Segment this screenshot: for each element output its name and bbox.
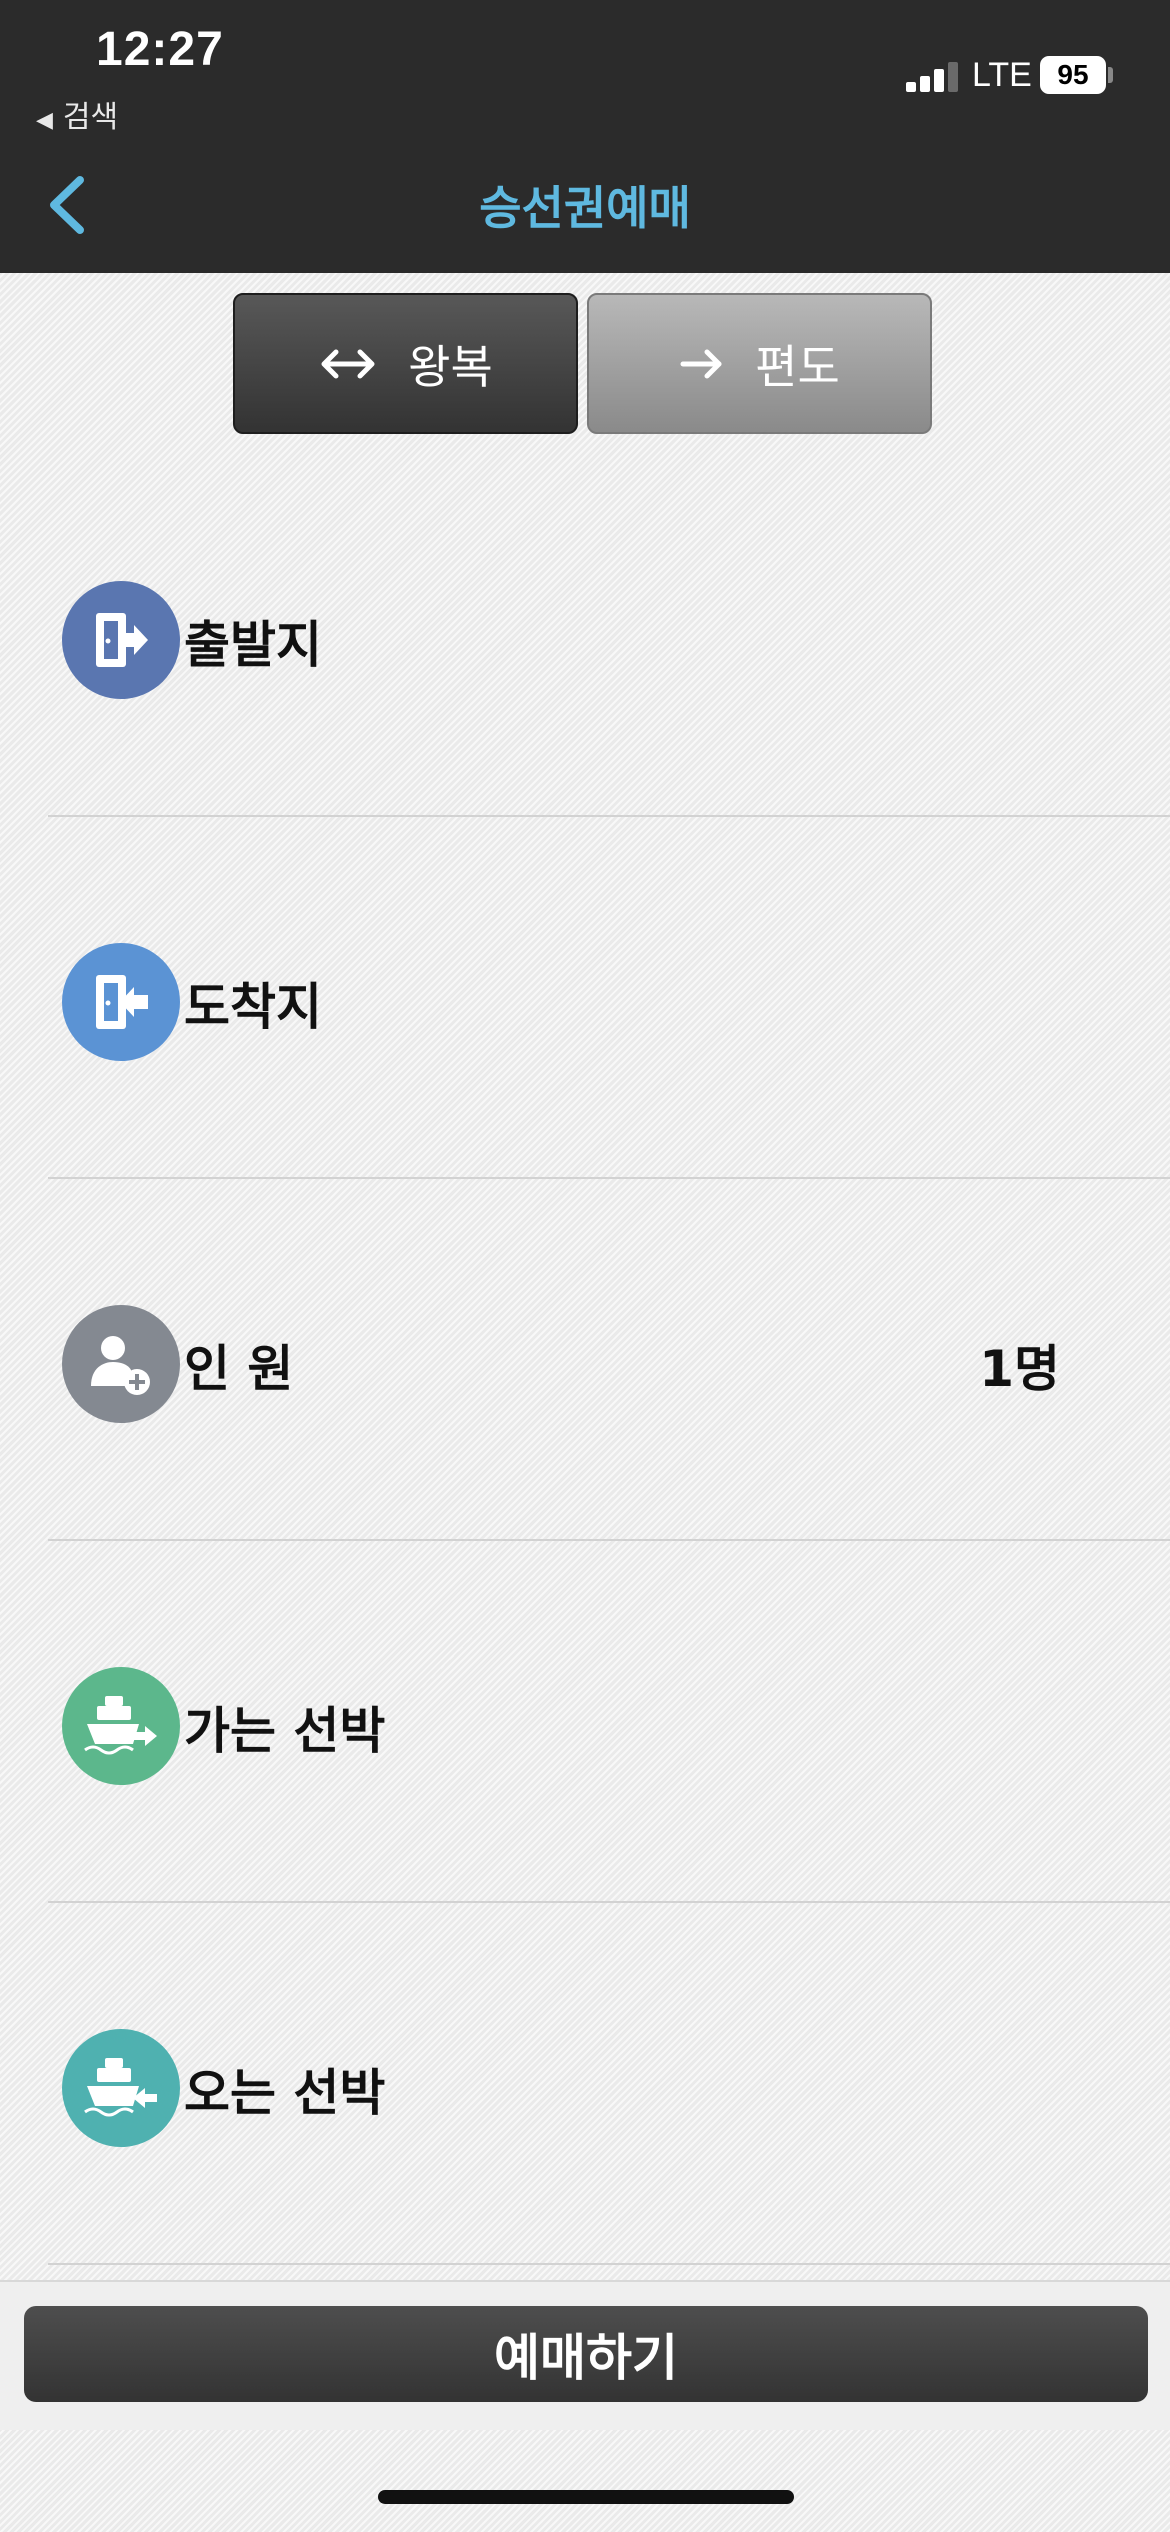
back-triangle-icon: ◀	[36, 108, 53, 133]
departure-row[interactable]: 출발지	[48, 455, 1170, 817]
battery-icon: 95	[1040, 56, 1106, 94]
one-way-button[interactable]: 편도	[587, 293, 932, 434]
enter-door-icon	[62, 943, 180, 1061]
return-ship-row[interactable]: 오는 선박	[48, 1903, 1170, 2265]
passengers-label: 인 원	[184, 1340, 294, 1398]
page-title: 승선권예매	[479, 181, 691, 235]
status-time: 12:27	[96, 23, 224, 76]
passengers-row[interactable]: 인 원 1명	[48, 1179, 1170, 1541]
return-ship-label: 오는 선박	[184, 2064, 386, 2122]
ship-outbound-icon	[62, 1667, 180, 1785]
status-back-to-app[interactable]: ◀ 검색	[36, 92, 118, 136]
add-person-icon	[62, 1305, 180, 1423]
one-way-label: 편도	[755, 339, 840, 394]
battery-tip	[1108, 67, 1113, 83]
ship-return-icon	[62, 2029, 180, 2147]
arrival-label: 도착지	[184, 978, 322, 1036]
departure-label: 출발지	[184, 616, 322, 674]
exit-door-icon	[62, 581, 180, 699]
status-back-label: 검색	[62, 100, 119, 135]
app-header: 12:27 ◀ 검색 LTE 95 승선권예매	[0, 0, 1170, 273]
outbound-ship-row[interactable]: 가는 선박	[48, 1541, 1170, 1903]
outbound-ship-label: 가는 선박	[184, 1702, 386, 1760]
reserve-button[interactable]: 예매하기	[24, 2306, 1148, 2402]
round-trip-label: 왕복	[408, 339, 493, 394]
passengers-count: 1명	[979, 1340, 1060, 1398]
network-label: LTE	[972, 56, 1032, 94]
home-indicator[interactable]	[378, 2490, 794, 2504]
arrival-row[interactable]: 도착지	[48, 817, 1170, 1179]
signal-icon	[906, 60, 962, 92]
round-trip-button[interactable]: 왕복	[233, 293, 578, 434]
arrow-right-icon	[680, 349, 722, 378]
double-arrow-icon	[321, 349, 375, 378]
